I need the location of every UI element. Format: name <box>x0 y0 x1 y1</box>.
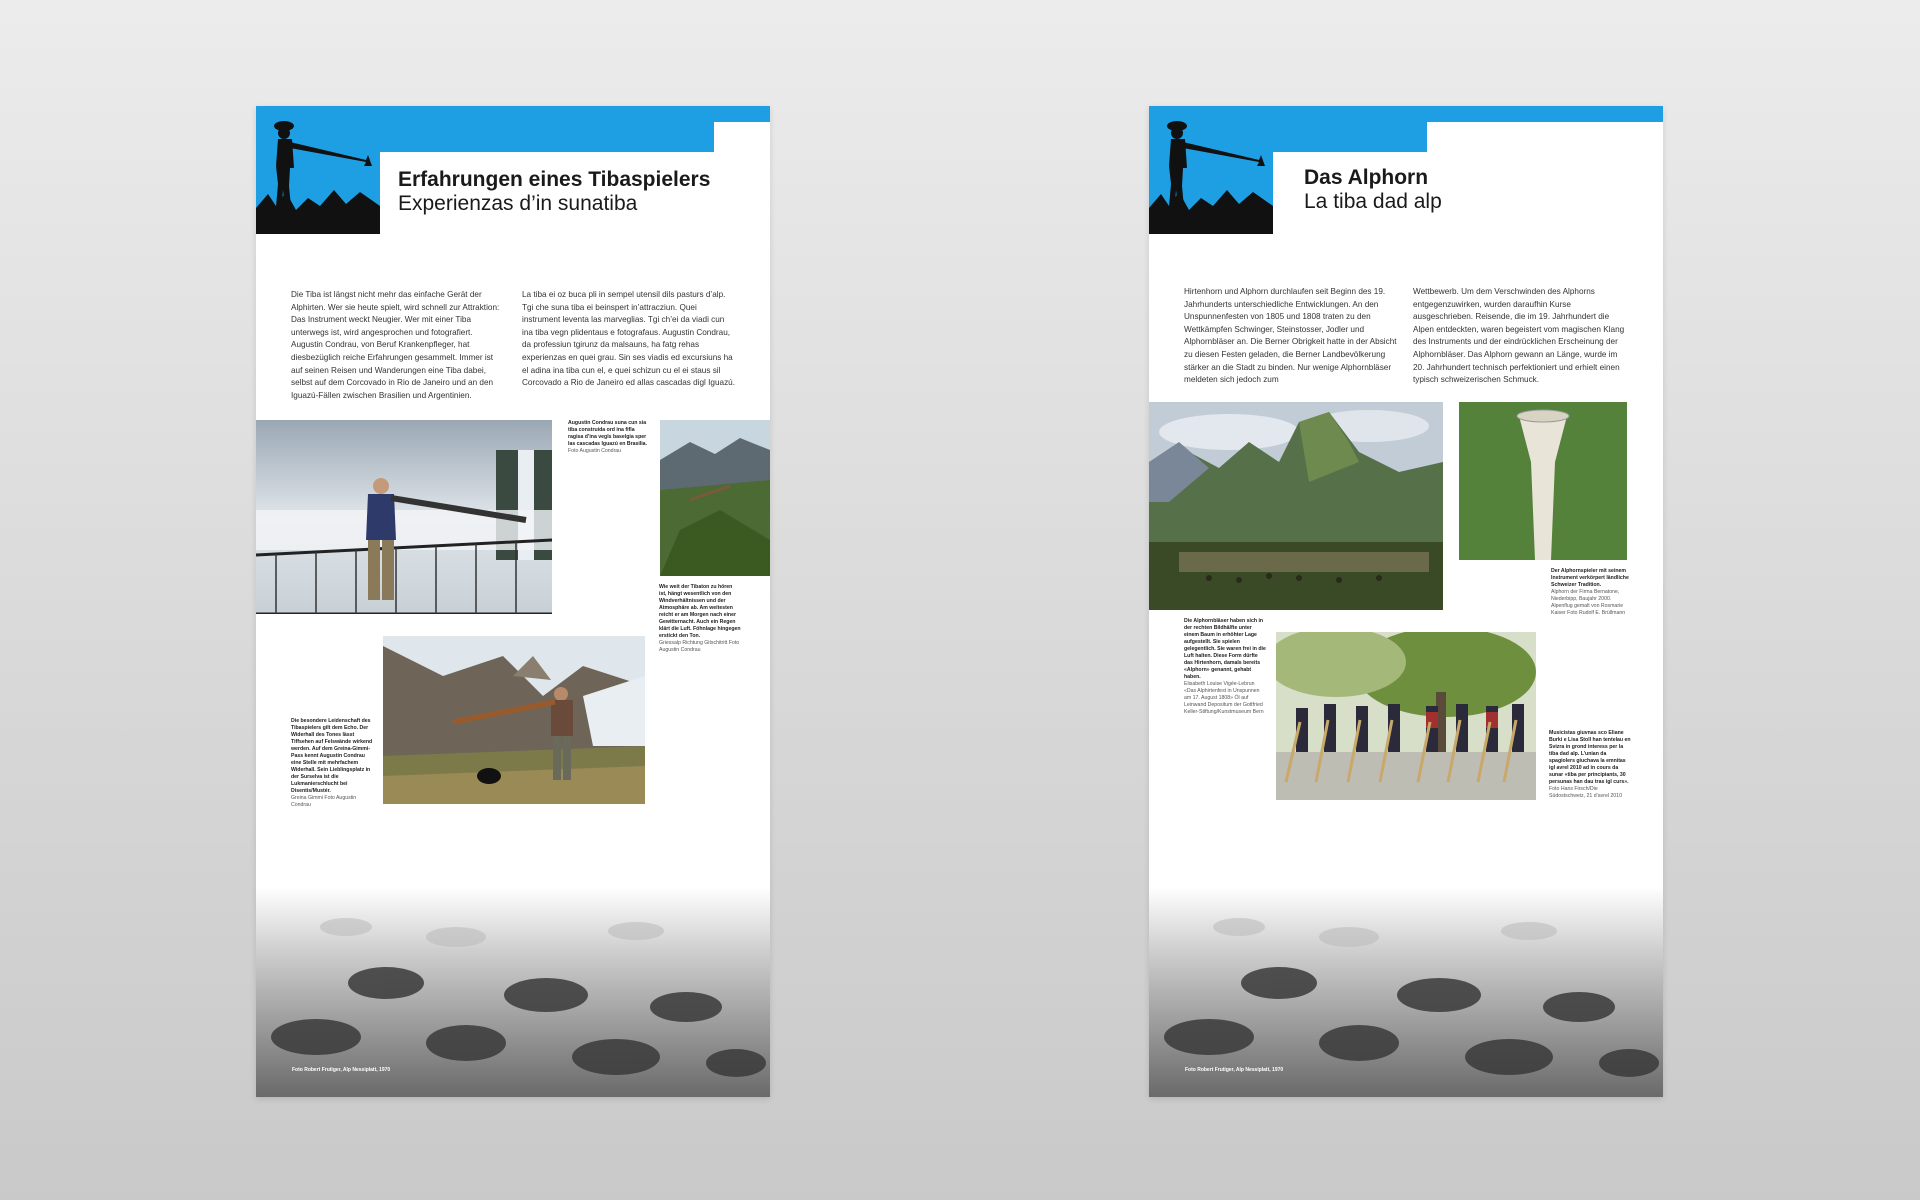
page-title: Das Alphorn <box>1304 166 1429 189</box>
bottom-photo-credit: Foto Robert Frutiger, Alp Nessiplatt, 19… <box>1185 1067 1284 1073</box>
bottom-photo-credit: Foto Robert Frutiger, Alp Nessiplatt, 19… <box>292 1067 391 1073</box>
caption-6: Musicistas giuvnas sco Eliane Burki e Li… <box>1549 730 1631 799</box>
photo-alphorn-bell <box>1459 402 1627 560</box>
alphorn-player-logo-icon <box>256 106 380 234</box>
bottom-photo-cows: Foto Robert Frutiger, Alp Nessiplatt, 19… <box>256 887 770 1097</box>
caption-3: Die besondere Leidenschaft des Tibaspiel… <box>291 718 373 808</box>
photo-mountain-small <box>660 420 770 576</box>
poster-panel-right: Das Alphorn La tiba dad alp Hirtenhorn u… <box>1149 106 1663 1097</box>
photo-hiker-alphorn <box>383 636 645 804</box>
photo-alphorn-group <box>1276 632 1536 800</box>
page-title: Erfahrungen eines Tibaspielers <box>398 168 711 191</box>
poster-panel-left: Erfahrungen eines Tibaspielers Experienz… <box>256 106 770 1097</box>
page-subtitle: Experienzas d’in sunatiba <box>398 192 638 215</box>
body-text-column-2: Wettbewerb. Um dem Verschwinden des Alph… <box>1413 287 1625 385</box>
caption-4: Der Alphornspieler mit seinem Instrument… <box>1551 568 1629 616</box>
title-block: Das Alphorn La tiba dad alp <box>1304 166 1442 214</box>
bottom-photo-cows: Foto Robert Frutiger, Alp Nessiplatt, 19… <box>1149 887 1663 1097</box>
caption-1: Augustin Condrau suna cun sia tiba const… <box>568 420 648 454</box>
body-text-column-1: Hirtenhorn und Alphorn durchlaufen seit … <box>1184 287 1397 385</box>
title-block: Erfahrungen eines Tibaspielers Experienz… <box>398 168 710 216</box>
photo-waterfall <box>256 420 552 614</box>
photo-painting-unspunnen <box>1149 402 1443 610</box>
alphorn-player-logo-icon <box>1149 106 1273 234</box>
body-text-german: Die Tiba ist längst nicht mehr das einfa… <box>291 290 500 400</box>
page-subtitle: La tiba dad alp <box>1304 190 1442 213</box>
caption-2: Wie weit der Tibaton zu hören ist, hängt… <box>659 584 741 653</box>
body-text-romansh: La tiba ei oz buca pli in sempel utensil… <box>522 290 736 388</box>
caption-5: Die Alphornbläser haben sich in der rech… <box>1184 618 1266 715</box>
